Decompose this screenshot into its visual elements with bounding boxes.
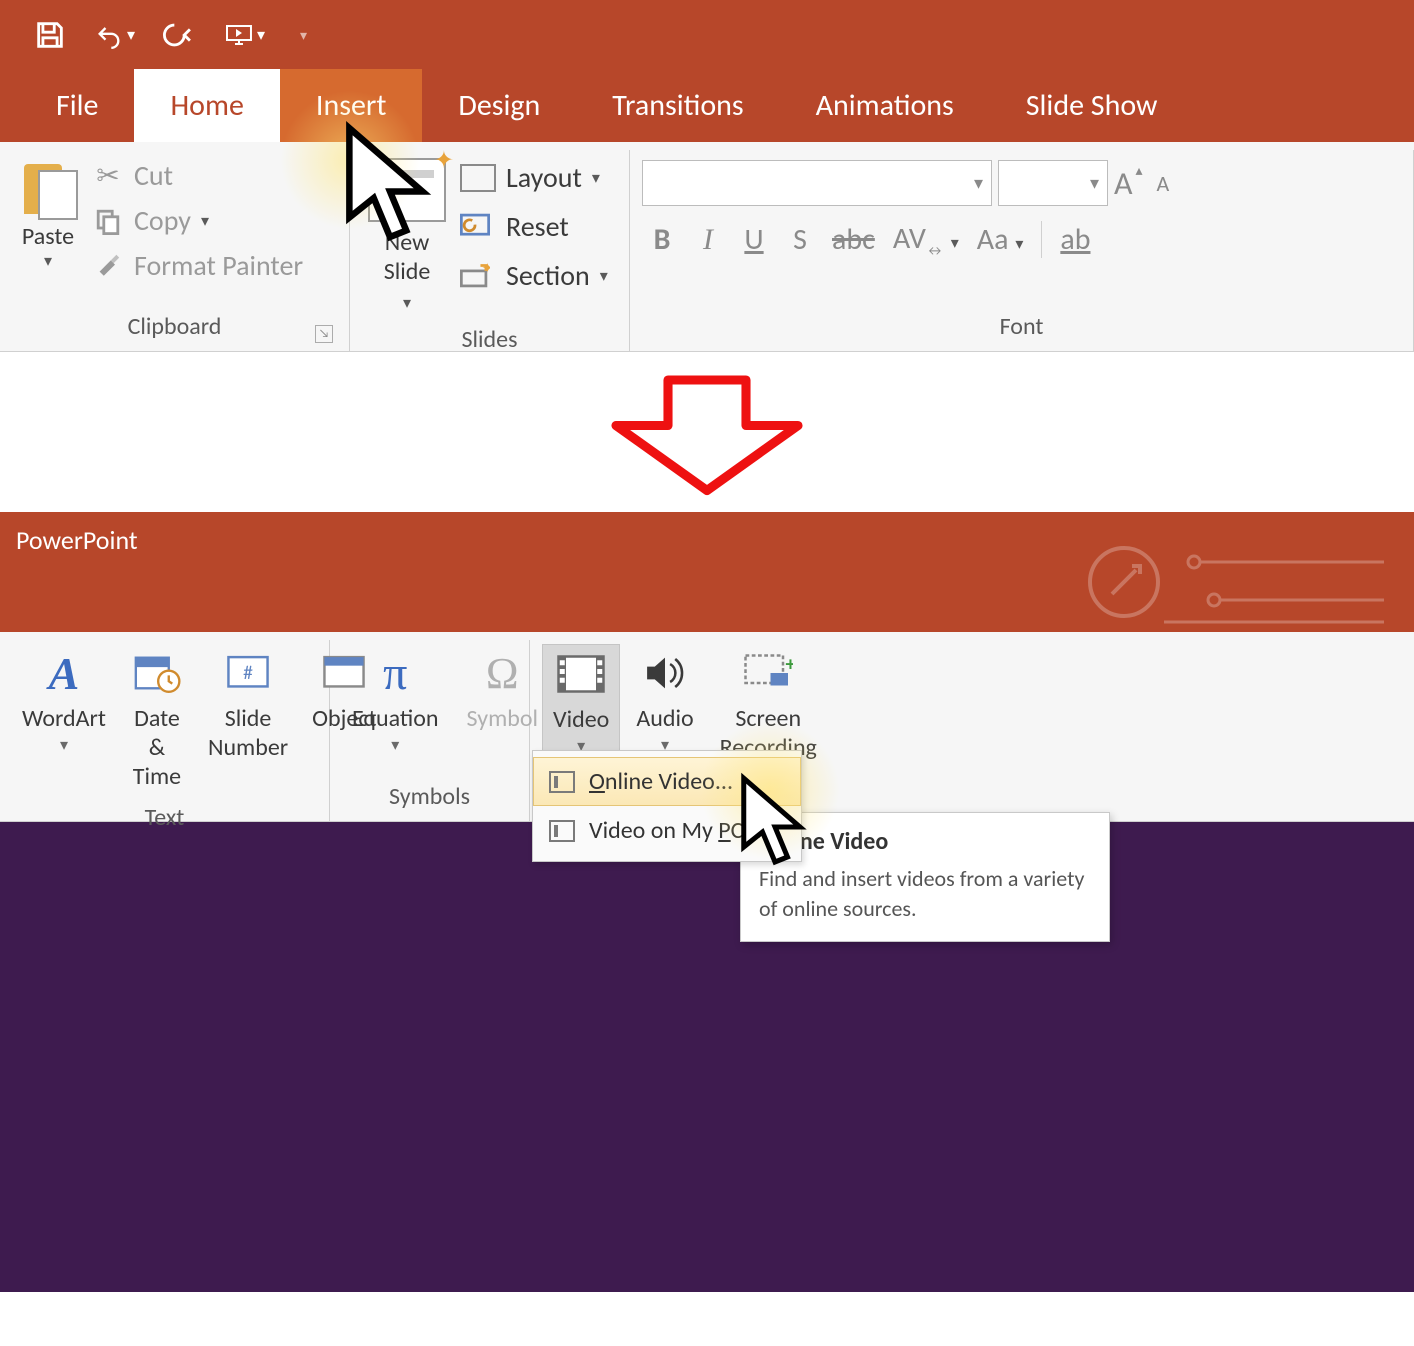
decorative-lines xyxy=(1064,522,1384,632)
paste-button[interactable]: Paste ▾ xyxy=(12,154,84,275)
change-case-button[interactable]: Aa ▾ xyxy=(977,221,1024,258)
save-icon[interactable] xyxy=(30,15,70,55)
pc-video-icon xyxy=(549,820,575,842)
audio-label: Audio xyxy=(636,704,693,733)
customize-qat-icon[interactable]: ▾ xyxy=(290,27,307,44)
audio-button[interactable]: Audio xyxy=(626,644,703,761)
quick-access-toolbar: ▾ ▾ ▾ xyxy=(0,0,1414,70)
date-time-button[interactable]: Date & Time xyxy=(120,644,194,797)
strikethrough-button[interactable]: abc xyxy=(832,221,875,258)
title-bar: PowerPoint xyxy=(0,512,1414,632)
cut-button[interactable]: ✂ Cut xyxy=(92,158,303,193)
format-painter-button[interactable]: Format Painter xyxy=(92,248,303,283)
section-button[interactable]: ✦ Section ▾ xyxy=(460,258,608,293)
video-on-pc-label: Video on My PC... xyxy=(589,816,762,845)
slide-number-label: Slide Number xyxy=(208,704,288,762)
tab-design[interactable]: Design xyxy=(422,69,576,142)
app-title: PowerPoint xyxy=(16,524,138,556)
symbol-label: Symbol xyxy=(467,704,539,733)
tab-transitions[interactable]: Transitions xyxy=(576,69,779,142)
svg-text:+: + xyxy=(786,653,794,677)
grow-font-button[interactable]: A▴ xyxy=(1114,164,1133,203)
slide-number-button[interactable]: # Slide Number xyxy=(198,644,298,768)
section-label: Section xyxy=(506,258,590,293)
font-size-combo[interactable]: ▾ xyxy=(998,160,1108,206)
scissors-icon: ✂ xyxy=(92,160,124,192)
slides-group-label: Slides xyxy=(362,319,617,364)
paste-label: Paste xyxy=(18,222,78,251)
tab-home[interactable]: Home xyxy=(134,69,279,142)
layout-button[interactable]: Layout ▾ xyxy=(460,160,608,195)
ribbon-home: Paste ▾ ✂ Cut Copy ▾ xyxy=(0,142,1414,352)
video-button[interactable]: Video xyxy=(542,644,620,763)
new-slide-button[interactable]: New Slide ▾ xyxy=(362,154,452,319)
symbols-group-label: Symbols xyxy=(342,776,517,821)
text-group-label: Text xyxy=(12,797,317,842)
tab-slideshow[interactable]: Slide Show xyxy=(990,69,1194,142)
equation-label: Equation xyxy=(352,704,439,733)
tooltip-title: Online Video xyxy=(759,827,1091,856)
shrink-font-button[interactable]: A xyxy=(1157,170,1170,197)
date-time-label: Date & Time xyxy=(130,704,184,791)
new-slide-label: New Slide xyxy=(368,228,446,286)
wordart-icon: A xyxy=(37,650,91,696)
reset-icon xyxy=(460,213,496,241)
group-symbols: π Equation Ω Symbol Symbols xyxy=(330,640,530,821)
clipboard-dialog-launcher[interactable]: ↘ xyxy=(315,325,333,343)
start-slideshow-icon[interactable]: ▾ xyxy=(225,15,265,55)
undo-icon[interactable]: ▾ xyxy=(95,15,135,55)
layout-label: Layout xyxy=(506,160,582,195)
calendar-clock-icon xyxy=(130,650,184,696)
slide-number-icon: # xyxy=(221,650,275,696)
slide-canvas xyxy=(0,822,1414,1292)
tooltip-body: Find and insert videos from a variety of… xyxy=(759,864,1091,923)
text-shadow-button[interactable]: S xyxy=(786,221,814,258)
group-slides: New Slide ▾ Layout ▾ Reset xyxy=(350,150,630,351)
tab-animations[interactable]: Animations xyxy=(780,69,990,142)
ribbon-tabs: File Home Insert Design Transitions Anim… xyxy=(0,70,1414,142)
font-group-label: Font xyxy=(642,306,1401,351)
wordart-button[interactable]: A WordArt xyxy=(12,644,116,761)
speaker-icon xyxy=(638,650,692,696)
clear-formatting-button[interactable]: ab xyxy=(1041,221,1090,258)
tab-file[interactable]: File xyxy=(20,69,134,142)
cut-label: Cut xyxy=(134,158,173,193)
equation-button[interactable]: π Equation xyxy=(342,644,449,761)
menu-online-video[interactable]: Online Video... xyxy=(533,757,801,806)
tab-insert[interactable]: Insert xyxy=(280,69,423,142)
online-video-icon xyxy=(549,771,575,793)
instruction-arrow xyxy=(0,352,1414,512)
menu-video-on-pc[interactable]: Video on My PC... xyxy=(533,806,801,855)
reset-label: Reset xyxy=(506,209,569,244)
video-dropdown-menu: Online Video... Video on My PC... xyxy=(532,750,802,862)
group-clipboard: Paste ▾ ✂ Cut Copy ▾ xyxy=(0,150,350,351)
video-icon xyxy=(554,651,608,697)
screen-record-icon: + xyxy=(741,650,795,696)
group-text: A WordArt Date & Time # Slide Number xyxy=(0,640,330,821)
char-spacing-button[interactable]: AV↔ ▾ xyxy=(893,220,959,259)
svg-text:✦: ✦ xyxy=(482,262,490,276)
redo-icon[interactable] xyxy=(160,15,200,55)
svg-text:#: # xyxy=(243,661,253,685)
online-video-label: Online Video... xyxy=(589,767,733,796)
bold-button[interactable]: B xyxy=(648,221,676,258)
video-label: Video xyxy=(553,705,609,734)
copy-label: Copy xyxy=(134,203,191,238)
layout-icon xyxy=(460,164,496,192)
copy-button[interactable]: Copy ▾ xyxy=(92,203,303,238)
group-font: ▾ ▾ A▴ A B I U S abc AV↔ ▾ Aa ▾ ab xyxy=(630,150,1414,351)
reset-button[interactable]: Reset xyxy=(460,209,608,244)
font-name-combo[interactable]: ▾ xyxy=(642,160,992,206)
pi-icon: π xyxy=(368,650,422,696)
section-icon: ✦ xyxy=(460,262,496,290)
paintbrush-icon xyxy=(92,250,124,282)
clipboard-group-label: Clipboard xyxy=(128,312,222,341)
format-painter-label: Format Painter xyxy=(134,248,303,283)
omega-icon: Ω xyxy=(475,650,529,696)
wordart-label: WordArt xyxy=(22,704,106,733)
copy-icon xyxy=(92,205,124,237)
italic-button[interactable]: I xyxy=(694,223,722,257)
underline-button[interactable]: U xyxy=(740,221,768,258)
